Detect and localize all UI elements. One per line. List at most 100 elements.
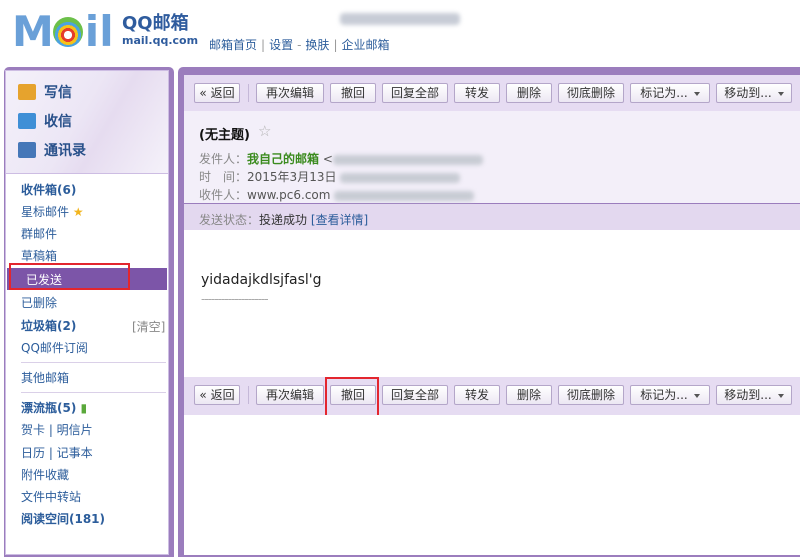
re-edit-button[interactable]: 再次编辑 [256, 83, 324, 103]
attachment-favorites-link[interactable]: 附件收藏 [21, 467, 69, 483]
move-to-dropdown[interactable]: 移动到... [716, 385, 792, 405]
logo-ball-icon [52, 17, 83, 47]
logo-letter-m: M [12, 7, 54, 56]
recall-button-highlight-box [325, 377, 379, 419]
header: M i l QQ邮箱 mail.qq.com 邮箱首页 | 设置 - 换肤 | 企业邮箱 [0, 0, 800, 62]
re-edit-button[interactable]: 再次编辑 [256, 385, 324, 405]
compose-button[interactable]: 写信 [18, 82, 72, 102]
mark-as-dropdown[interactable]: 标记为... [630, 83, 710, 103]
mark-as-label: 标记为... [640, 388, 688, 402]
nav-enterprise-mail[interactable]: 企业邮箱 [341, 38, 389, 52]
status-label: 发送状态： [199, 213, 260, 227]
folder-starred-label: 星标邮件 [21, 205, 70, 219]
nav-separator: - [297, 38, 302, 52]
brand-name: QQ邮箱 [122, 13, 189, 34]
mail-subject: (无主题) [199, 128, 250, 143]
nav-settings[interactable]: 设置 [269, 38, 293, 52]
receive-button[interactable]: 收信 [18, 111, 72, 131]
status-value: 投递成功 [259, 213, 308, 227]
to-value[interactable]: www.pc6.com [247, 188, 330, 202]
forward-button[interactable]: 转发 [454, 83, 500, 103]
move-to-dropdown[interactable]: 移动到... [716, 83, 792, 103]
logo-letter-i: i [84, 7, 100, 56]
mail-from-row: 发件人：我自己的邮箱 < [199, 150, 483, 167]
mail-body-text: yidadajkdlsjfasl'g [201, 272, 322, 288]
compose-label: 写信 [44, 85, 72, 101]
chevron-down-icon [777, 393, 784, 398]
status-details-link[interactable]: [查看详情] [311, 213, 368, 227]
nav-mail-home[interactable]: 邮箱首页 [209, 38, 257, 52]
delete-button[interactable]: 删除 [506, 385, 552, 405]
chevron-down-icon [693, 393, 700, 398]
chevron-down-icon [777, 91, 784, 96]
forward-button[interactable]: 转发 [454, 385, 500, 405]
from-label: 发件人： [199, 152, 248, 166]
folder-drift-bottle[interactable]: 漂流瓶(5) ▮ [21, 400, 87, 416]
move-to-label: 移动到... [724, 388, 772, 402]
to-label: 收件人： [199, 188, 248, 202]
time-detail-redacted [340, 172, 461, 183]
folder-inbox[interactable]: 收件箱(6) [21, 182, 76, 198]
back-button[interactable]: « 返回 [194, 83, 240, 103]
nav-separator: | [261, 38, 266, 52]
sidebar-divider [21, 392, 166, 393]
star-toggle-icon[interactable]: ☆ [258, 122, 271, 140]
brand-domain: mail.qq.com [122, 34, 199, 47]
from-name[interactable]: 我自己的邮箱 [247, 152, 319, 166]
logo[interactable]: M i l [12, 10, 114, 54]
mark-as-label: 标记为... [640, 86, 688, 100]
signature-separator: -------------------- [201, 292, 269, 306]
clear-spam-link[interactable]: [清空] [132, 318, 165, 335]
move-to-label: 移动到... [724, 86, 772, 100]
folder-subscriptions[interactable]: QQ邮件订阅 [21, 340, 88, 356]
mark-as-dropdown[interactable]: 标记为... [630, 385, 710, 405]
file-transfer-link[interactable]: 文件中转站 [21, 489, 81, 505]
reply-all-button[interactable]: 回复全部 [382, 83, 448, 103]
receive-label: 收信 [44, 114, 72, 130]
contacts-label: 通讯录 [44, 143, 86, 159]
nav-skin[interactable]: 换肤 [305, 38, 329, 52]
brand: QQ邮箱 mail.qq.com [122, 14, 198, 48]
reading-space-link[interactable]: 阅读空间(181) [21, 511, 105, 527]
pencil-icon [18, 84, 36, 100]
cards-postcards-link[interactable]: 贺卡 | 明信片 [21, 422, 93, 438]
from-open-bracket: < [322, 152, 333, 166]
send-status: 发送状态：投递成功 [查看详情] [199, 211, 368, 228]
folder-spam[interactable]: 垃圾箱(2) [21, 318, 76, 334]
reply-all-button[interactable]: 回复全部 [382, 385, 448, 405]
mail-body [184, 230, 800, 378]
top-nav: 邮箱首页 | 设置 - 换肤 | 企业邮箱 [208, 36, 391, 53]
permanent-delete-button[interactable]: 彻底删除 [558, 385, 624, 405]
mail-to-row: 收件人：www.pc6.com [199, 186, 475, 203]
sidebar-divider [21, 362, 166, 363]
inbox-tray-icon [18, 113, 36, 129]
recall-button[interactable]: 撤回 [330, 83, 376, 103]
delete-button[interactable]: 删除 [506, 83, 552, 103]
permanent-delete-button[interactable]: 彻底删除 [558, 83, 624, 103]
time-value: 2015年3月13日 [247, 170, 337, 184]
folder-other-mailboxes[interactable]: 其他邮箱 [21, 370, 69, 386]
mail-time-row: 时 间：2015年3月13日 [199, 168, 461, 185]
from-address-redacted [332, 154, 483, 165]
to-address-redacted [334, 190, 475, 201]
calendar-notes-link[interactable]: 日历 | 记事本 [21, 445, 93, 461]
back-button[interactable]: « 返回 [194, 385, 240, 405]
contacts-button[interactable]: 通讯录 [18, 140, 86, 160]
folder-starred[interactable]: 星标邮件 ★ [21, 204, 84, 220]
time-label: 时 间： [199, 170, 248, 184]
folder-group-mail[interactable]: 群邮件 [21, 226, 57, 242]
toolbar-separator [248, 386, 249, 404]
logo-letter-l: l [99, 7, 114, 56]
account-address-redacted [340, 13, 460, 25]
toolbar-separator [248, 84, 249, 102]
toolbar-top: « 返回 再次编辑 撤回 回复全部 转发 删除 彻底删除 标记为... 移动到.… [184, 75, 800, 114]
contacts-icon [18, 142, 36, 158]
bottle-icon: ▮ [80, 401, 88, 415]
chevron-down-icon [693, 91, 700, 96]
folder-drafts[interactable]: 草稿箱 [21, 248, 57, 264]
nav-separator: | [333, 38, 338, 52]
folder-deleted[interactable]: 已删除 [21, 295, 57, 311]
sent-folder-highlight-box [9, 263, 130, 290]
folder-drift-bottle-label: 漂流瓶(5) [21, 401, 77, 415]
star-icon: ★ [72, 205, 84, 219]
